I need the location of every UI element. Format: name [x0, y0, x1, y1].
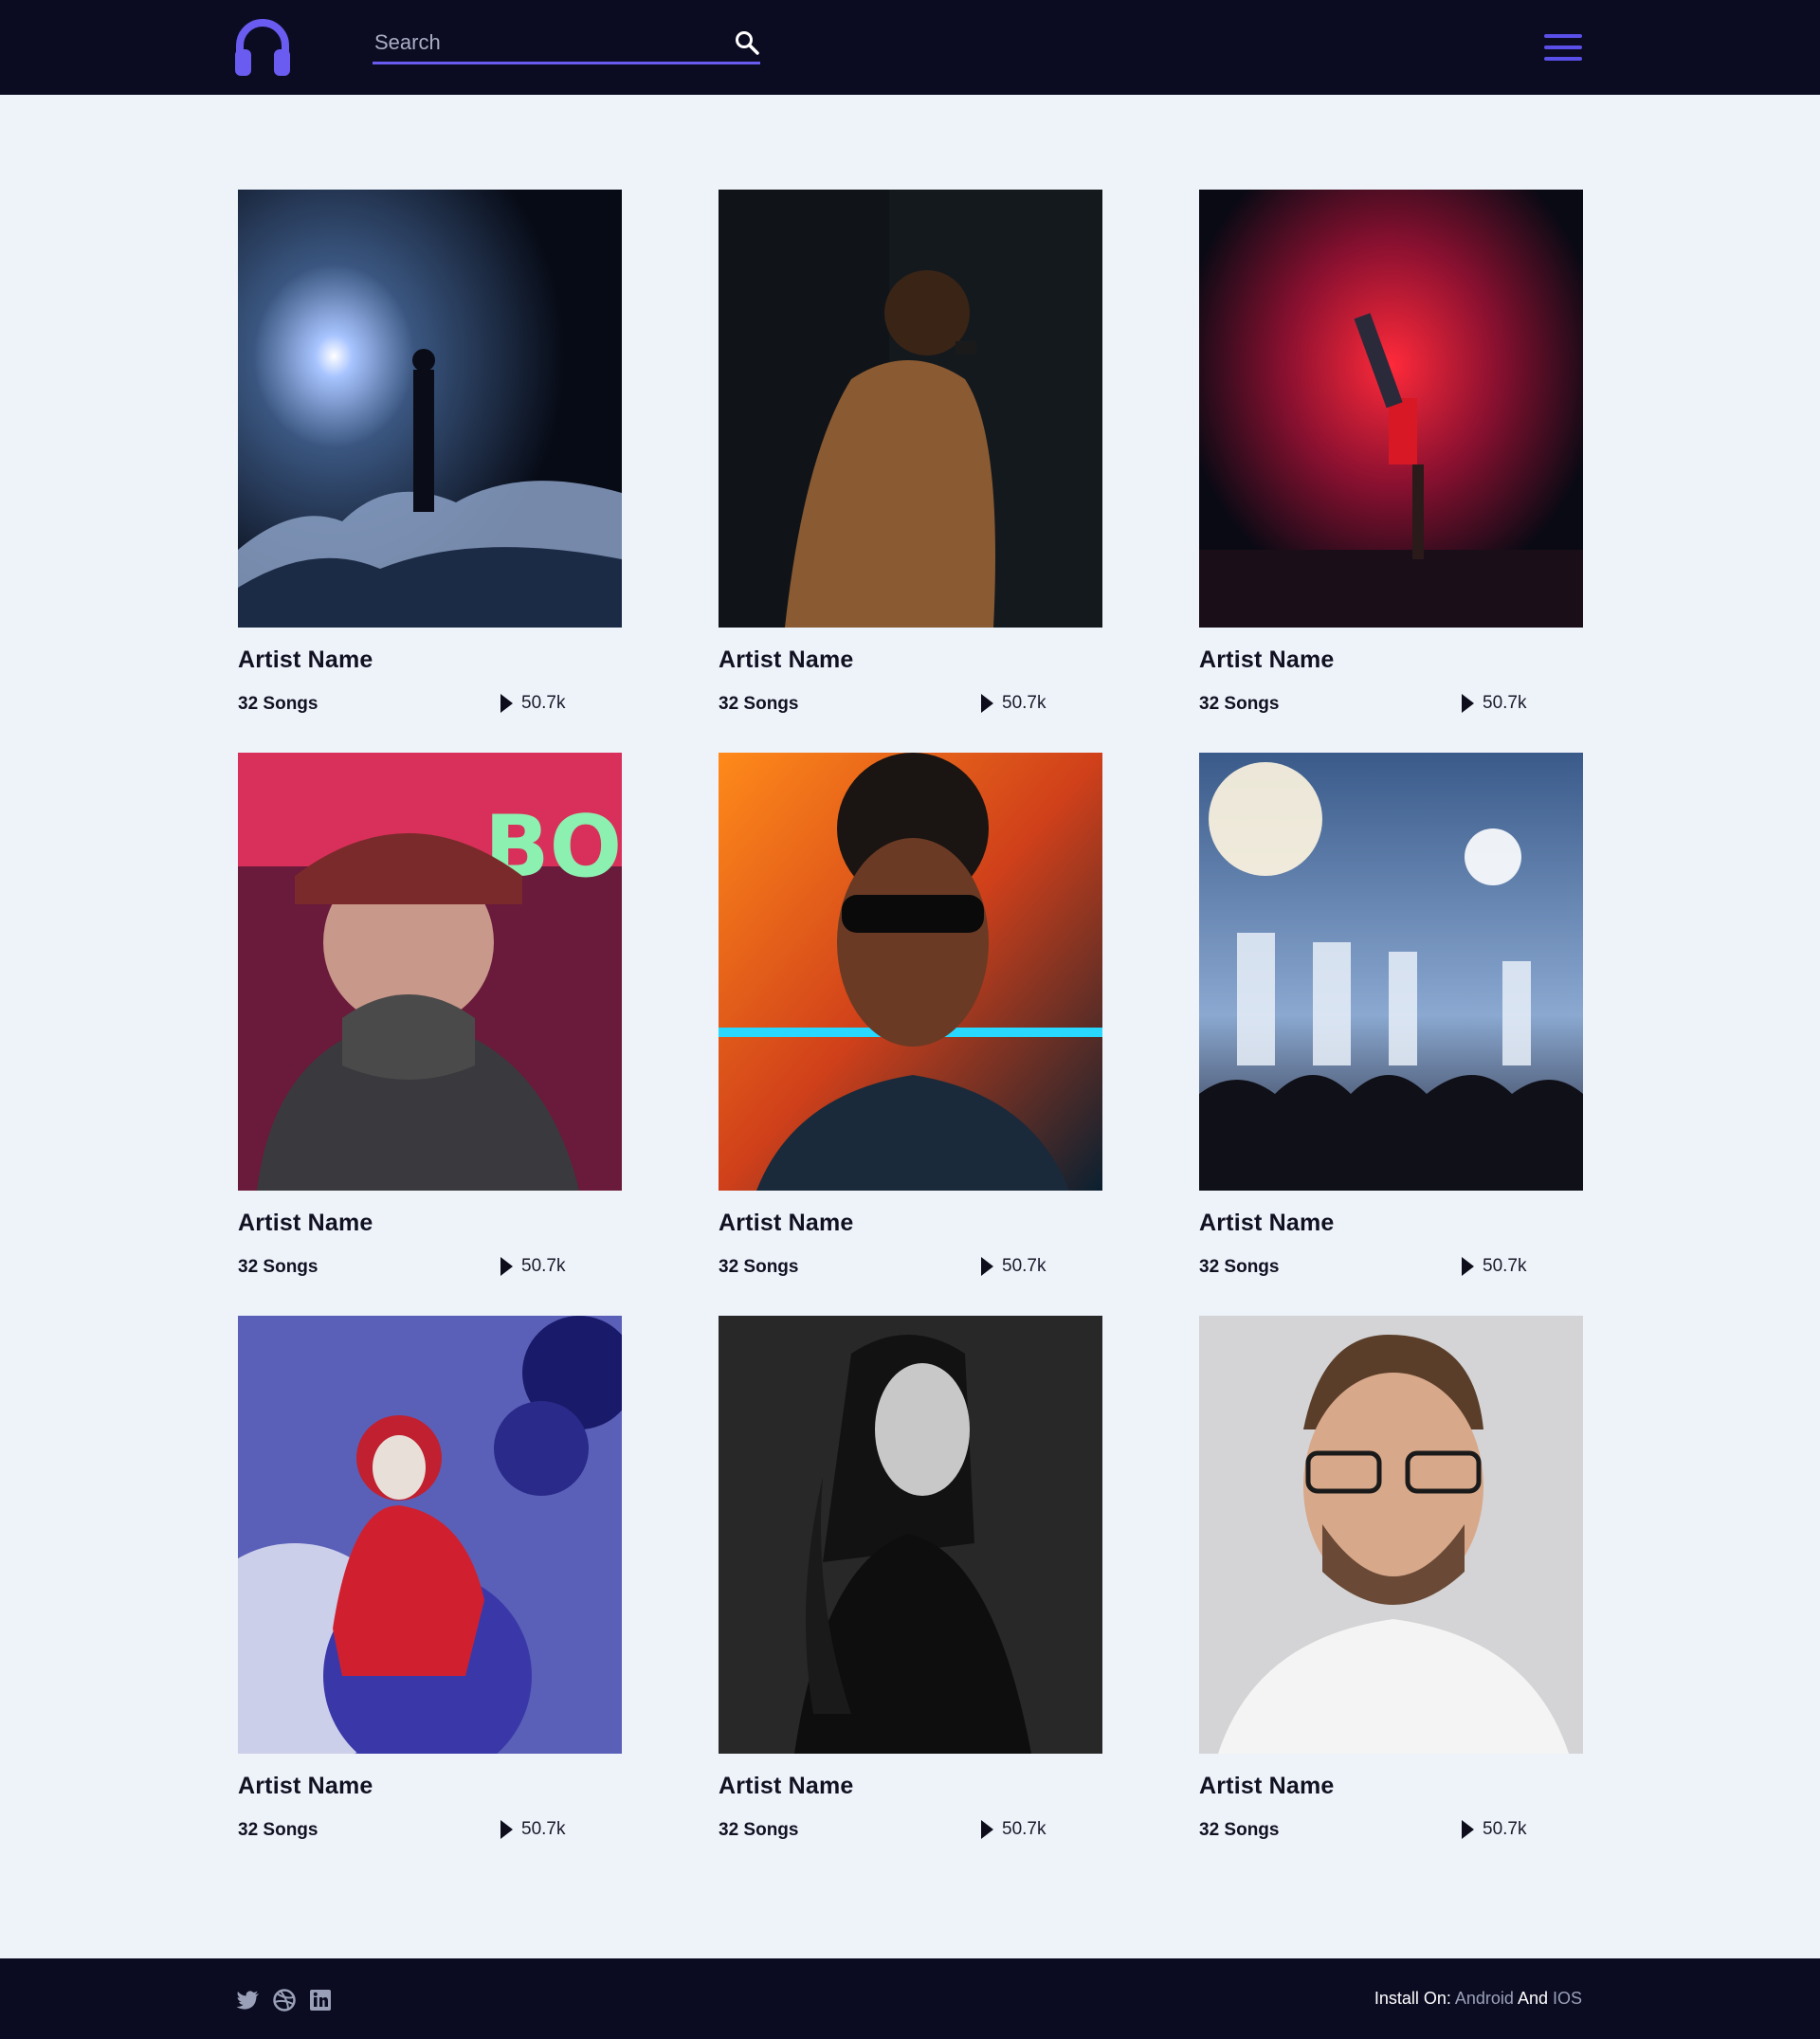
and-label: And	[1517, 1989, 1548, 2008]
play-count-value: 50.7k	[1002, 1256, 1046, 1276]
install-label: Install On:	[1374, 1989, 1451, 2008]
linkedin-icon[interactable]	[308, 1988, 333, 2012]
song-count: 32 Songs	[719, 1820, 799, 1840]
hamburger-menu-icon[interactable]	[1544, 34, 1582, 61]
artist-card[interactable]: Artist Name 32 Songs 50.7k	[238, 190, 622, 720]
song-count: 32 Songs	[1199, 694, 1280, 714]
artist-name[interactable]: Artist Name	[719, 1773, 854, 1800]
artist-card[interactable]: Artist Name 32 Songs 50.7k	[719, 190, 1102, 720]
social-links	[236, 1988, 333, 2012]
play-count-value: 50.7k	[1002, 1819, 1046, 1839]
artist-card[interactable]: Artist Name 32 Songs 50.7k	[719, 753, 1102, 1283]
artist-photo[interactable]	[238, 190, 622, 628]
play-icon	[1462, 1820, 1474, 1839]
play-count: 50.7k	[1462, 1818, 1526, 1841]
play-count: 50.7k	[500, 692, 565, 715]
artist-photo[interactable]	[719, 1316, 1102, 1754]
artist-card[interactable]: Artist Name 32 Songs 50.7k	[238, 1316, 622, 1847]
artist-photo[interactable]: BOS	[238, 753, 622, 1191]
artist-photo[interactable]	[1199, 190, 1583, 628]
artist-name[interactable]: Artist Name	[238, 646, 373, 674]
song-count: 32 Songs	[238, 694, 318, 714]
artist-name[interactable]: Artist Name	[1199, 1773, 1335, 1800]
play-icon	[1462, 694, 1474, 713]
play-icon	[981, 694, 993, 713]
play-count-value: 50.7k	[1483, 1256, 1527, 1276]
play-count-value: 50.7k	[521, 1256, 566, 1276]
artist-name[interactable]: Artist Name	[1199, 1210, 1335, 1237]
top-navbar	[0, 0, 1820, 95]
artist-name[interactable]: Artist Name	[238, 1210, 373, 1237]
play-icon	[981, 1820, 993, 1839]
artist-card[interactable]: Artist Name 32 Songs 50.7k	[1199, 753, 1583, 1283]
artist-card[interactable]: BOS Artist Name 32 Songs 50.7k	[238, 753, 622, 1283]
play-count-value: 50.7k	[521, 693, 566, 713]
artist-card[interactable]: Artist Name 32 Songs 50.7k	[1199, 190, 1583, 720]
song-count: 32 Songs	[238, 1257, 318, 1277]
play-count: 50.7k	[500, 1255, 565, 1278]
play-count-value: 50.7k	[1483, 1819, 1527, 1839]
song-count: 32 Songs	[1199, 1820, 1280, 1840]
search-icon[interactable]	[735, 30, 759, 55]
play-count-value: 50.7k	[1002, 693, 1046, 713]
search-bar	[373, 23, 760, 64]
footer: Install On: Android And IOS	[0, 1958, 1820, 2039]
search-input[interactable]	[374, 27, 716, 59]
play-count: 50.7k	[1462, 692, 1526, 715]
artist-name[interactable]: Artist Name	[1199, 646, 1335, 674]
artist-name[interactable]: Artist Name	[719, 646, 854, 674]
artist-photo[interactable]	[238, 1316, 622, 1754]
song-count: 32 Songs	[719, 1257, 799, 1277]
artist-photo[interactable]	[719, 190, 1102, 628]
play-count-value: 50.7k	[1483, 693, 1527, 713]
artist-card[interactable]: Artist Name 32 Songs 50.7k	[719, 1316, 1102, 1847]
android-link[interactable]: Android	[1455, 1989, 1514, 2008]
song-count: 32 Songs	[719, 694, 799, 714]
play-count: 50.7k	[981, 1255, 1046, 1278]
play-icon	[1462, 1257, 1474, 1276]
artist-photo[interactable]	[1199, 753, 1583, 1191]
play-icon	[981, 1257, 993, 1276]
dribbble-icon[interactable]	[272, 1988, 297, 2012]
artist-name[interactable]: Artist Name	[238, 1773, 373, 1800]
artist-photo[interactable]	[719, 753, 1102, 1191]
play-count: 50.7k	[1462, 1255, 1526, 1278]
song-count: 32 Songs	[238, 1820, 318, 1840]
headphones-icon[interactable]	[235, 17, 290, 76]
artist-card[interactable]: Artist Name 32 Songs 50.7k	[1199, 1316, 1583, 1847]
play-count: 50.7k	[981, 1818, 1046, 1841]
play-count: 50.7k	[981, 692, 1046, 715]
artist-name[interactable]: Artist Name	[719, 1210, 854, 1237]
play-count-value: 50.7k	[521, 1819, 566, 1839]
artist-photo[interactable]	[1199, 1316, 1583, 1754]
play-count: 50.7k	[500, 1818, 565, 1841]
song-count: 32 Songs	[1199, 1257, 1280, 1277]
play-icon	[500, 1257, 513, 1276]
install-info: Install On: Android And IOS	[1374, 1989, 1582, 2009]
play-icon	[500, 694, 513, 713]
ios-link[interactable]: IOS	[1553, 1989, 1582, 2008]
twitter-icon[interactable]	[236, 1988, 261, 2012]
play-icon	[500, 1820, 513, 1839]
